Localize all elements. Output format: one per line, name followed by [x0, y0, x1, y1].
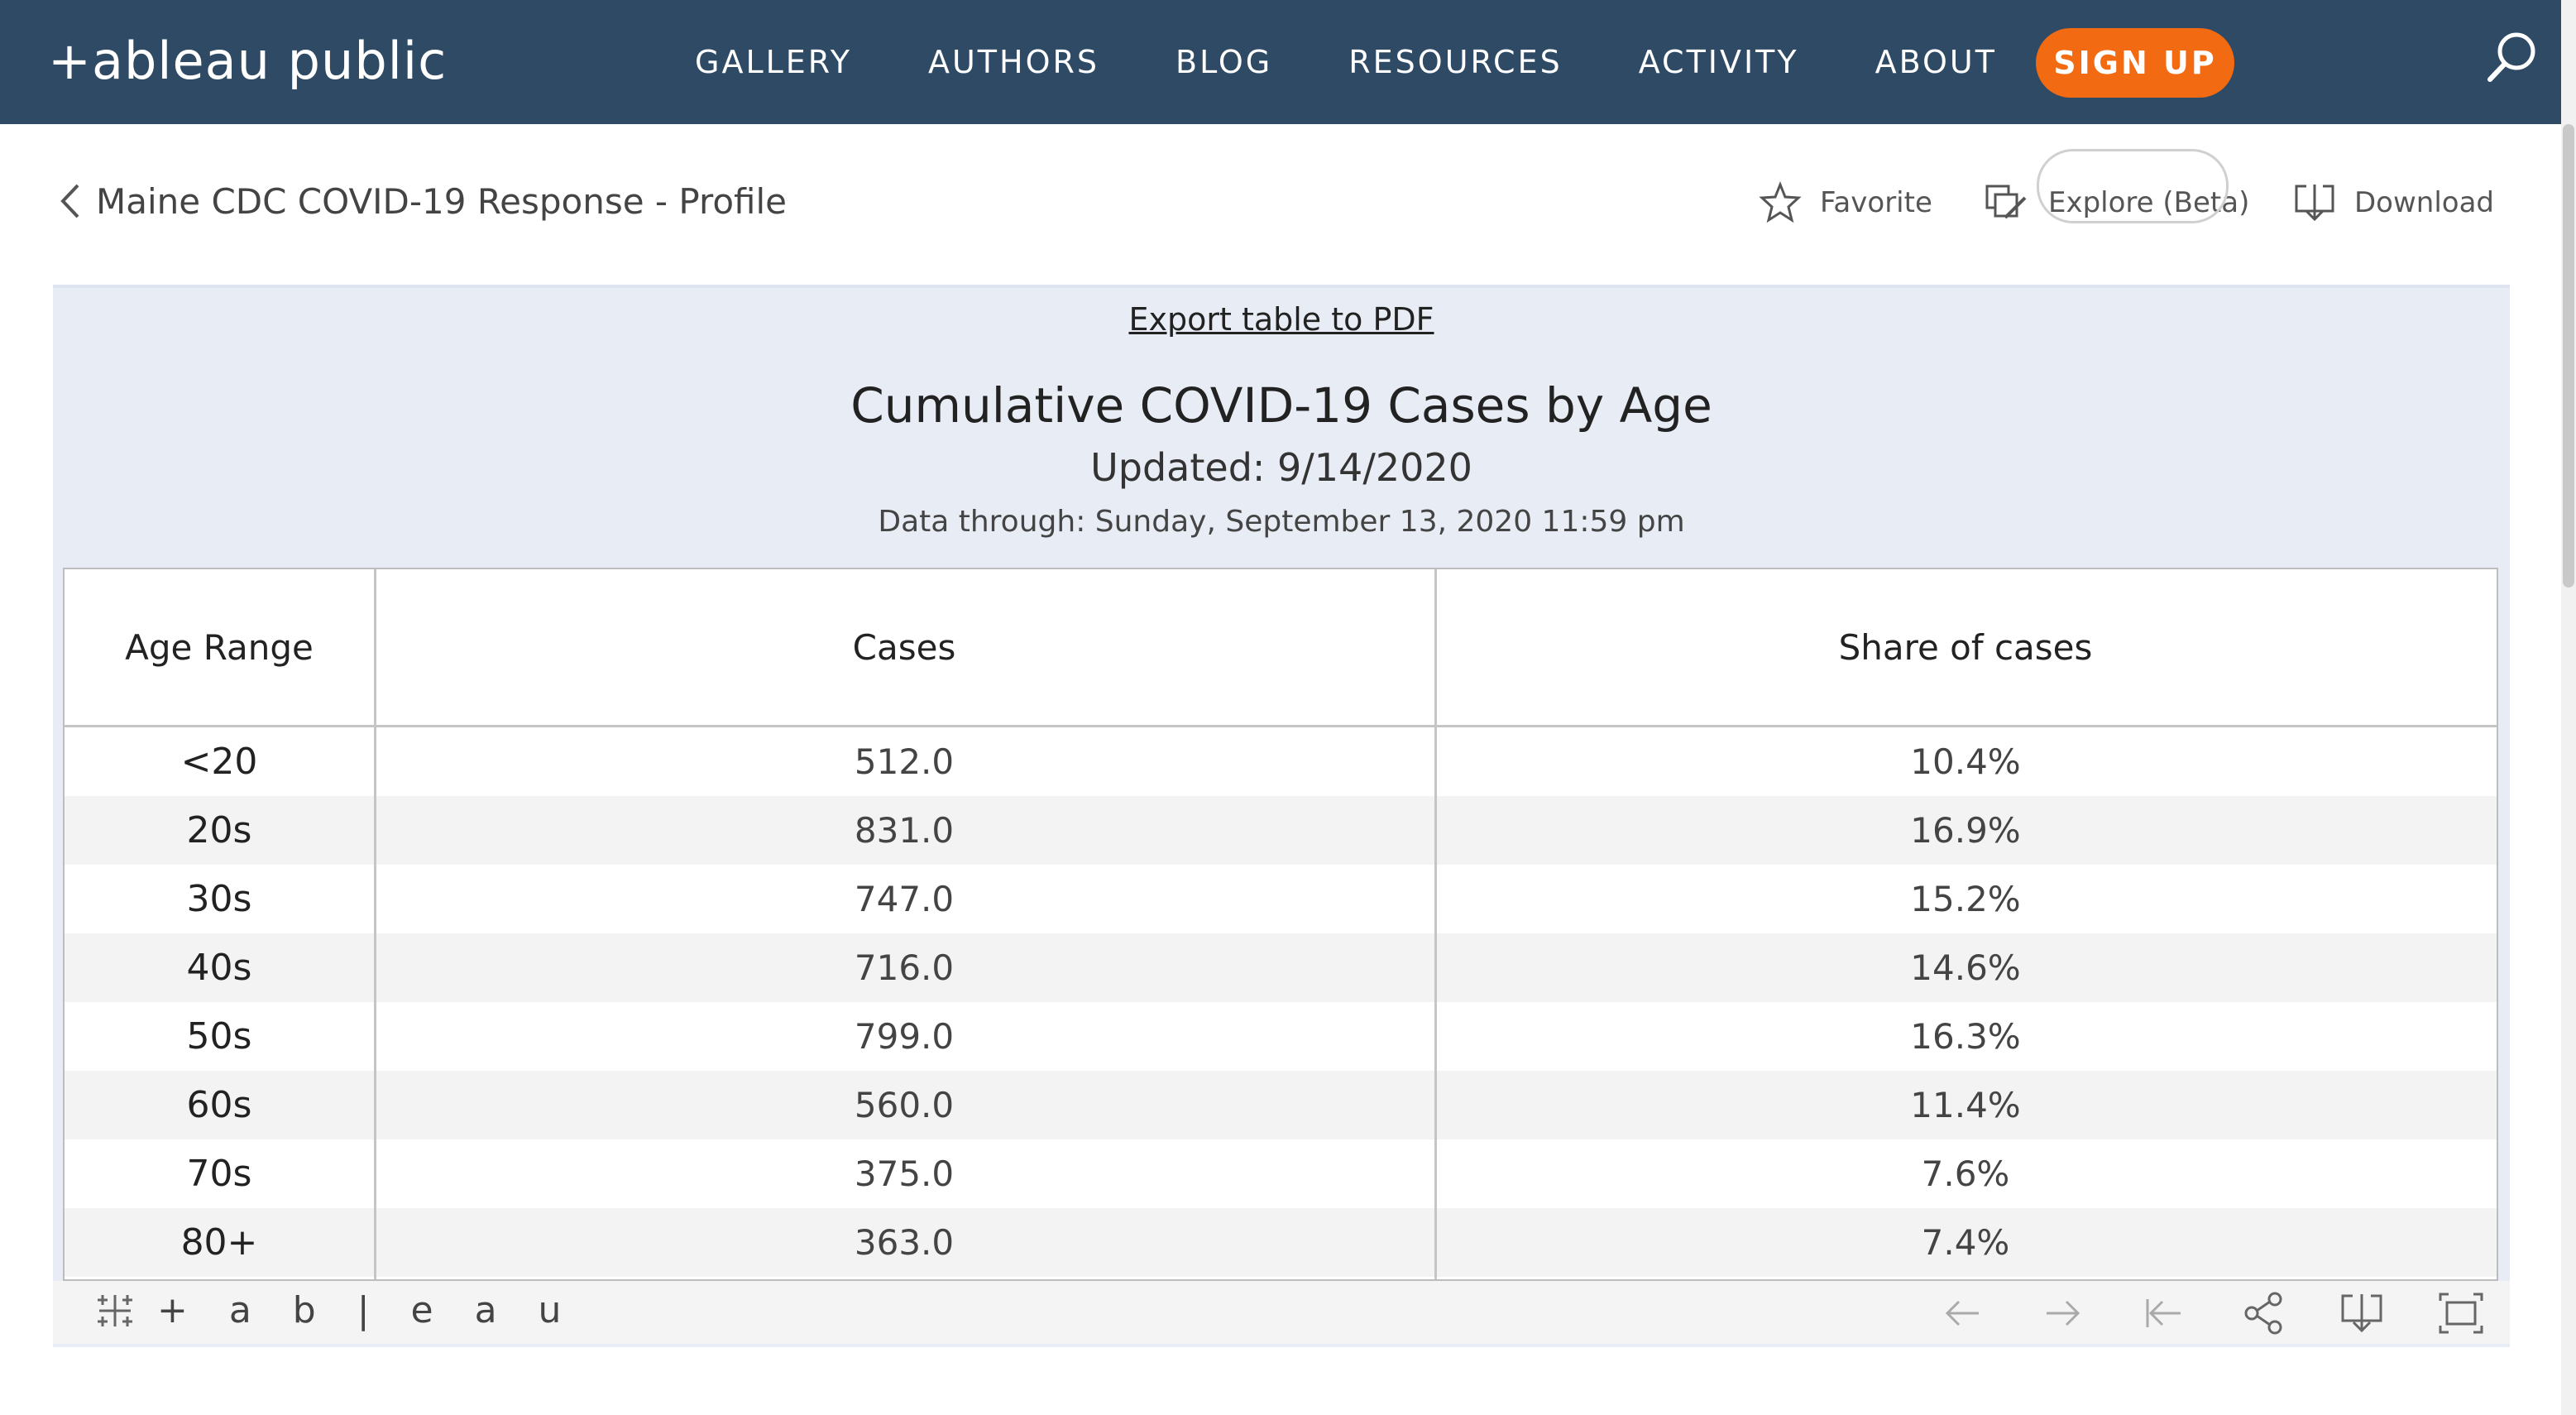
tableau-mark-icon	[98, 1294, 132, 1326]
explore-edit-icon	[1985, 185, 2027, 219]
cell-age: 40s	[186, 947, 252, 989]
cell-share: 11.4%	[1910, 1085, 2021, 1125]
cell-cases: 831.0	[854, 810, 955, 851]
nav-gallery[interactable]: GALLERY	[695, 44, 852, 80]
viz-data-through: Data through: Sunday, September 13, 2020…	[878, 505, 1685, 539]
cell-age: 70s	[186, 1153, 252, 1195]
cell-age: 60s	[186, 1084, 252, 1126]
revert-icon[interactable]	[2139, 1289, 2187, 1337]
download-icon	[2295, 185, 2334, 222]
redo-arrow-icon[interactable]	[2038, 1289, 2086, 1337]
cell-share: 16.3%	[1910, 1016, 2021, 1057]
header-cases[interactable]: Cases	[374, 569, 1434, 725]
sign-up-button[interactable]: SIGN UP	[2036, 28, 2234, 98]
cell-share: 15.2%	[1910, 879, 2021, 919]
nav-blog[interactable]: BLOG	[1175, 44, 1272, 80]
logo-text: +ableau public	[48, 30, 448, 91]
nav-about[interactable]: ABOUT	[1875, 44, 1997, 80]
favorite-button[interactable]: Favorite	[1759, 174, 1932, 232]
download-label: Download	[2354, 186, 2495, 219]
undo-arrow-icon[interactable]	[1939, 1289, 1987, 1337]
cell-cases: 375.0	[854, 1154, 955, 1194]
nav-authors[interactable]: AUTHORS	[928, 44, 1099, 80]
cell-age: 80+	[180, 1221, 258, 1264]
search-icon[interactable]	[2483, 28, 2541, 86]
table-row[interactable]: 50s 799.0 16.3%	[65, 1002, 2497, 1071]
cell-share: 7.6%	[1921, 1154, 2010, 1194]
cell-share: 16.9%	[1910, 810, 2021, 851]
nav-activity[interactable]: ACTIVITY	[1639, 44, 1799, 80]
table-row[interactable]: 40s 716.0 14.6%	[65, 933, 2497, 1002]
cell-age: 20s	[186, 809, 252, 851]
tableau-logo[interactable]: + a b | e a u	[94, 1289, 576, 1331]
fullscreen-icon[interactable]	[2437, 1289, 2485, 1337]
cell-share: 14.6%	[1910, 947, 2021, 988]
tableau-label: + a b | e a u	[157, 1289, 577, 1331]
cell-cases: 747.0	[854, 879, 955, 919]
table-header: Age Range Cases Share of cases	[65, 569, 2497, 727]
share-icon[interactable]	[2240, 1289, 2288, 1337]
cell-share: 10.4%	[1910, 741, 2021, 782]
cell-cases: 560.0	[854, 1085, 955, 1125]
table-row[interactable]: <20 512.0 10.4%	[65, 727, 2497, 796]
column-divider	[1434, 569, 1437, 1279]
cell-age: 50s	[186, 1015, 252, 1058]
table-body: <20 512.0 10.4% 20s 831.0 16.9% 30s 747.…	[65, 727, 2497, 1277]
scrollbar-thumb[interactable]	[2563, 124, 2574, 588]
cell-cases: 716.0	[854, 947, 955, 988]
favorite-label: Favorite	[1820, 186, 1932, 219]
tableau-public-logo[interactable]: +ableau public	[48, 23, 447, 98]
table-row[interactable]: 70s 375.0 7.6%	[65, 1139, 2497, 1208]
cell-share: 7.4%	[1921, 1222, 2010, 1263]
viz-updated: Updated: 9/14/2020	[1090, 445, 1472, 490]
star-icon	[1759, 181, 1802, 223]
header-age-range[interactable]: Age Range	[65, 569, 374, 725]
table-row[interactable]: 60s 560.0 11.4%	[65, 1071, 2497, 1139]
table-row[interactable]: 80+ 363.0 7.4%	[65, 1208, 2497, 1277]
top-navigation: +ableau public GALLERY AUTHORS BLOG RESO…	[0, 0, 2561, 124]
viz-title: Cumulative COVID-19 Cases by Age	[850, 377, 1712, 434]
nav-resources[interactable]: RESOURCES	[1348, 44, 1562, 80]
explore-focus-ring	[2037, 149, 2229, 223]
cell-age: <20	[180, 741, 258, 783]
download-icon[interactable]	[2338, 1289, 2386, 1337]
export-pdf-link[interactable]: Export table to PDF	[53, 301, 2510, 338]
cases-table: Age Range Cases Share of cases <20 512.0…	[63, 568, 2498, 1281]
viz-toolbar: + a b | e a u	[53, 1281, 2510, 1344]
header-share[interactable]: Share of cases	[1434, 569, 2497, 725]
cell-cases: 512.0	[854, 741, 955, 782]
download-button[interactable]: Download	[2293, 174, 2494, 232]
table-row[interactable]: 30s 747.0 15.2%	[65, 865, 2497, 933]
main-nav: GALLERY AUTHORS BLOG RESOURCES ACTIVITY …	[695, 0, 2073, 124]
table-row[interactable]: 20s 831.0 16.9%	[65, 796, 2497, 865]
cell-cases: 363.0	[854, 1222, 955, 1263]
cell-cases: 799.0	[854, 1016, 955, 1057]
column-divider	[374, 569, 376, 1279]
viz-container: Export table to PDF Cumulative COVID-19 …	[53, 285, 2510, 1347]
cell-age: 30s	[186, 878, 252, 920]
